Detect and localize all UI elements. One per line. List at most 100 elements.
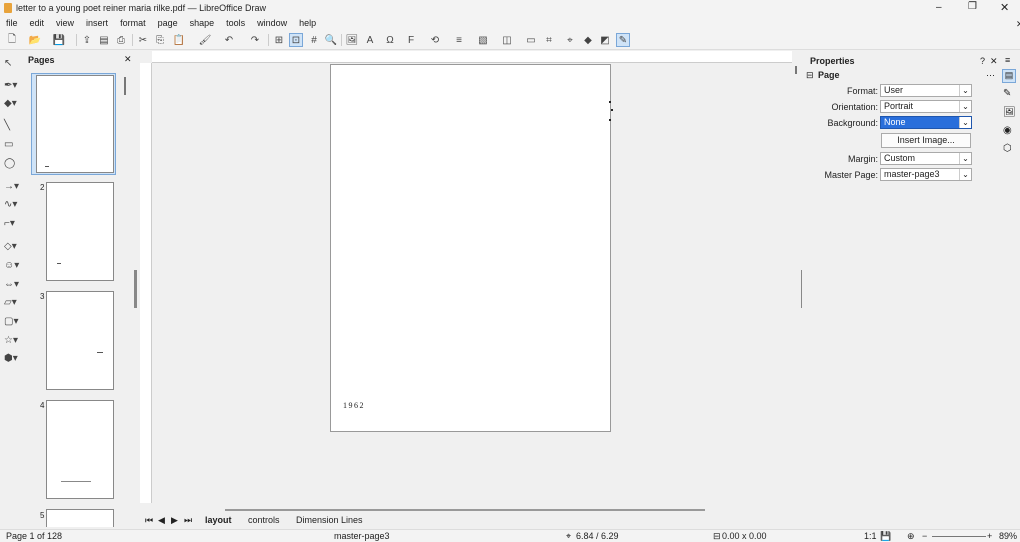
shapes-deck-icon[interactable]: ⬡ — [1003, 143, 1012, 154]
lines-arrows-icon[interactable]: →▾ — [4, 179, 22, 193]
export-icon[interactable]: ⇪ — [80, 33, 94, 47]
select-icon[interactable]: ↖ — [4, 56, 22, 70]
maximize-button[interactable]: ❐ — [968, 1, 977, 12]
menu-window[interactable]: window — [251, 16, 293, 30]
shadow-icon[interactable]: ▭ — [524, 33, 538, 47]
stars-icon[interactable]: ☆▾ — [4, 333, 22, 347]
open-icon[interactable]: 📂 — [28, 33, 42, 47]
basic-shapes-icon[interactable]: ◇▾ — [4, 239, 22, 253]
page-thumbnail[interactable] — [46, 400, 114, 499]
prev-tab-icon[interactable]: ◀ — [158, 515, 165, 526]
callouts-icon[interactable]: ▢▾ — [4, 314, 22, 328]
clone-formatting-icon[interactable]: 🖌 — [198, 33, 212, 47]
first-tab-icon[interactable]: ⏮ — [145, 515, 153, 526]
helplines-icon[interactable]: ⊡ — [289, 33, 303, 47]
close-button[interactable]: ✕ — [1000, 1, 1009, 14]
format-select[interactable]: User ⌄ — [880, 84, 972, 97]
styles-deck-icon[interactable]: ✎ — [1003, 88, 1011, 99]
last-tab-icon[interactable]: ⏭ — [184, 515, 192, 526]
menu-page[interactable]: page — [152, 16, 184, 30]
cut-icon[interactable]: ✂ — [136, 33, 150, 47]
connectors-icon[interactable]: ⌐▾ — [4, 216, 22, 230]
special-character-icon[interactable]: Ω — [383, 33, 397, 47]
line-color-icon[interactable]: ✒▾ — [4, 78, 22, 92]
align-icon[interactable]: ≡ — [452, 33, 466, 47]
save-icon[interactable]: 💾 — [52, 33, 66, 47]
gallery-deck-icon[interactable]: 🖼 — [1003, 107, 1016, 118]
snap-guides-icon[interactable]: # — [307, 33, 321, 47]
fill-color-icon[interactable]: ◆▾ — [4, 96, 22, 110]
collapse-section-icon[interactable]: ⊟ — [806, 70, 814, 81]
page-thumbnail[interactable] — [46, 509, 114, 527]
export-pdf-icon[interactable]: ▤ — [97, 33, 111, 47]
menu-view[interactable]: view — [50, 16, 80, 30]
master-page-select[interactable]: master-page3 ⌄ — [880, 168, 972, 181]
properties-deck-icon[interactable]: ▤ — [1002, 69, 1016, 83]
tab-controls[interactable]: controls — [248, 515, 280, 525]
next-tab-icon[interactable]: ▶ — [171, 515, 178, 526]
help-icon[interactable]: ? — [980, 56, 985, 66]
zoom-slider[interactable] — [932, 536, 986, 537]
flowchart-icon[interactable]: ▱▾ — [4, 295, 22, 309]
3d-objects-icon[interactable]: ⬢▾ — [4, 351, 22, 365]
crop-icon[interactable]: ⌗ — [542, 33, 556, 47]
close-document-icon[interactable]: ✕ — [1010, 17, 1020, 31]
margin-select[interactable]: Custom ⌄ — [880, 152, 972, 165]
background-label: Background: — [827, 118, 878, 128]
close-pages-panel-icon[interactable]: ✕ — [124, 54, 132, 65]
line-icon[interactable]: ╲ — [4, 118, 22, 132]
menu-insert[interactable]: insert — [80, 16, 114, 30]
paste-icon[interactable]: 📋 — [172, 33, 186, 47]
undo-icon[interactable]: ↶ — [222, 33, 236, 47]
symbol-shapes-icon[interactable]: ☺▾ — [4, 258, 22, 272]
rectangle-icon[interactable]: ▭ — [4, 137, 22, 151]
glue-points-icon[interactable]: ◆ — [581, 33, 595, 47]
page-thumbnail[interactable] — [46, 291, 114, 390]
menu-edit[interactable]: edit — [24, 16, 51, 30]
menu-shape[interactable]: shape — [184, 16, 221, 30]
toggle-extrusion-icon[interactable]: ◩ — [598, 33, 612, 47]
tab-layout[interactable]: layout — [205, 515, 232, 525]
navigator-deck-icon[interactable]: ◉ — [1003, 125, 1012, 136]
insert-image-icon[interactable]: 🖼 — [345, 33, 359, 47]
points-icon[interactable]: ⌖ — [563, 33, 577, 47]
insert-image-button[interactable]: Insert Image... — [881, 133, 971, 148]
block-arrows-icon[interactable]: ⇔▾ — [4, 277, 22, 291]
ellipse-icon[interactable]: ◯ — [4, 156, 22, 170]
redo-icon[interactable]: ↷ — [248, 33, 262, 47]
vertical-scrollbar[interactable] — [795, 66, 797, 74]
horizontal-scrollbar[interactable] — [225, 509, 705, 511]
page-thumbnail[interactable] — [46, 182, 114, 281]
pages-splitter-handle[interactable] — [134, 270, 137, 308]
page-indicator: Page 1 of 128 — [6, 531, 63, 541]
curves-icon[interactable]: ∿▾ — [4, 197, 22, 211]
insert-textbox-icon[interactable]: A — [363, 33, 377, 47]
print-icon[interactable]: ⎙ — [114, 33, 128, 47]
drawing-page[interactable]: 1962 — [330, 64, 613, 432]
menu-tools[interactable]: tools — [220, 16, 251, 30]
copy-icon[interactable]: ⎘ — [153, 33, 167, 47]
close-sidebar-icon[interactable]: ✕ — [990, 56, 998, 67]
sidebar-menu-icon[interactable]: ≡ — [1005, 55, 1010, 65]
background-select[interactable]: None ⌄ — [880, 116, 972, 129]
zoom-icon[interactable]: 🔍 — [324, 33, 338, 47]
tab-dimension-lines[interactable]: Dimension Lines — [296, 515, 363, 525]
page-thumbnail[interactable] — [36, 75, 114, 173]
fit-page-icon[interactable]: ⊕ — [907, 531, 915, 542]
orientation-select[interactable]: Portrait ⌄ — [880, 100, 972, 113]
fontwork-icon[interactable]: F — [404, 33, 418, 47]
zoom-in-icon[interactable]: + — [987, 531, 992, 541]
pages-scrollbar[interactable] — [124, 77, 126, 95]
menu-help[interactable]: help — [293, 16, 322, 30]
arrange-icon[interactable]: ▧ — [476, 33, 490, 47]
zoom-out-icon[interactable]: − — [922, 531, 927, 541]
grid-icon[interactable]: ⊞ — [272, 33, 286, 47]
minimize-button[interactable]: – — [936, 2, 942, 13]
show-draw-functions-icon[interactable]: ✎ — [616, 33, 630, 47]
more-options-icon[interactable]: ⋯ — [986, 70, 995, 81]
distribute-icon[interactable]: ◫ — [500, 33, 514, 47]
menu-file[interactable]: file — [0, 16, 24, 30]
new-icon[interactable]: 🗋 — [5, 33, 19, 47]
transformations-icon[interactable]: ⟲ — [428, 33, 442, 47]
menu-format[interactable]: format — [114, 16, 152, 30]
